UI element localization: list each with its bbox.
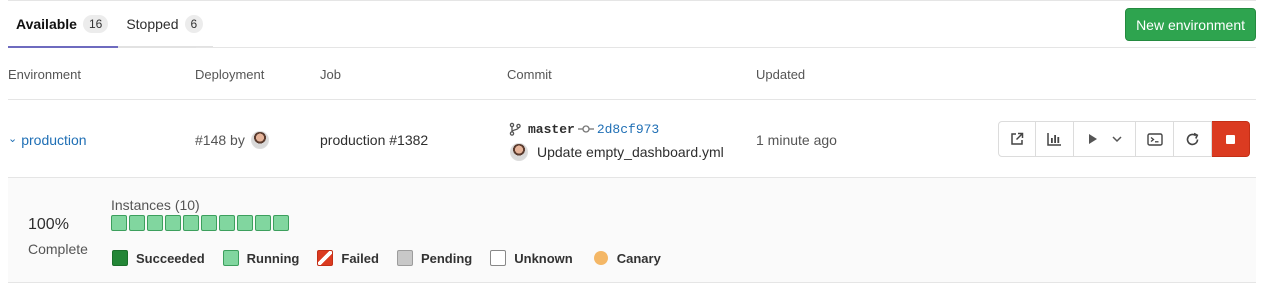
column-header-deployment: Deployment xyxy=(195,67,265,82)
legend-label-canary: Canary xyxy=(616,250,661,266)
environment-link[interactable]: ⌄ production xyxy=(8,132,87,148)
deployment-cell: #148 by xyxy=(195,131,269,149)
commit-sha-link[interactable]: 2d8cf973 xyxy=(597,122,659,137)
failed-swatch xyxy=(317,250,334,266)
deploy-progress-label: Complete xyxy=(28,241,88,257)
instance-block[interactable] xyxy=(111,215,127,231)
tab-stopped-count: 6 xyxy=(184,15,204,33)
retry-icon xyxy=(1186,132,1199,145)
canary-dot-icon xyxy=(593,251,608,265)
environment-name[interactable]: production xyxy=(21,132,86,148)
deploy-board: 100% Complete Instances (10) Succeeded R… xyxy=(8,178,1256,283)
legend-item-unknown: Unknown xyxy=(490,250,573,266)
column-header-updated: Updated xyxy=(756,67,806,82)
open-live-environment-button[interactable] xyxy=(998,121,1036,157)
pending-swatch xyxy=(396,250,413,266)
commit-author-avatar[interactable] xyxy=(510,143,528,161)
instance-block[interactable] xyxy=(255,215,271,231)
unknown-swatch xyxy=(490,250,507,266)
instance-block[interactable] xyxy=(165,215,181,231)
chevron-down-icon xyxy=(1111,135,1122,142)
table-row: ⌄ production #148 by production #1382 ma… xyxy=(8,101,1256,178)
stop-icon xyxy=(1226,134,1235,144)
instance-block[interactable] xyxy=(273,215,289,231)
instance-block[interactable] xyxy=(147,215,163,231)
tab-available-count: 16 xyxy=(82,15,109,33)
job-link[interactable]: production #1382 xyxy=(320,132,428,148)
terminal-icon xyxy=(1146,132,1163,146)
succeeded-swatch xyxy=(112,250,128,266)
legend-item-succeeded: Succeeded xyxy=(112,250,205,266)
branch-name[interactable]: master xyxy=(528,122,575,137)
legend-item-canary: Canary xyxy=(591,251,661,266)
tab-available-label: Available xyxy=(16,16,77,32)
stop-environment-button[interactable] xyxy=(1212,121,1250,157)
environment-actions xyxy=(998,121,1250,157)
deploy-progress-percent: 100% xyxy=(28,216,69,233)
instance-block[interactable] xyxy=(183,215,199,231)
terminal-button[interactable] xyxy=(1136,121,1174,157)
monitoring-icon xyxy=(1047,133,1061,146)
new-environment-button[interactable]: New environment xyxy=(1125,8,1256,41)
legend-label-running: Running xyxy=(246,250,300,266)
commit-message-link[interactable]: Update empty_dashboard.yml xyxy=(537,144,724,160)
updated-time: 1 minute ago xyxy=(756,132,837,148)
instance-block[interactable] xyxy=(219,215,235,231)
play-icon xyxy=(1088,134,1097,144)
instance-block[interactable] xyxy=(237,215,253,231)
external-link-icon xyxy=(1011,132,1024,145)
branch-icon xyxy=(509,122,521,136)
tab-stopped[interactable]: Stopped 6 xyxy=(118,0,214,48)
commit-icon xyxy=(577,125,594,133)
legend-label-unknown: Unknown xyxy=(514,250,573,266)
running-swatch xyxy=(222,250,239,266)
instance-block[interactable] xyxy=(129,215,145,231)
deploy-manual-action-dropdown[interactable] xyxy=(1074,121,1136,157)
column-header-commit: Commit xyxy=(507,67,552,82)
avatar[interactable] xyxy=(250,131,269,149)
instances-grid xyxy=(111,215,291,231)
status-legend: Succeeded Running Failed Pending Unknown… xyxy=(112,250,679,266)
tab-available[interactable]: Available 16 xyxy=(8,0,119,48)
deployment-id: #148 by xyxy=(195,132,245,148)
legend-label-succeeded: Succeeded xyxy=(136,250,205,266)
legend-item-pending: Pending xyxy=(396,250,473,266)
commit-cell: master 2d8cf973 Update empty_dashboard.y… xyxy=(508,120,724,162)
column-header-job: Job xyxy=(320,67,341,82)
chevron-down-icon[interactable]: ⌄ xyxy=(8,132,17,145)
environment-tabs: Available 16 Stopped 6 xyxy=(8,0,214,48)
instances-title: Instances (10) xyxy=(111,197,200,213)
legend-item-failed: Failed xyxy=(317,250,379,266)
legend-label-failed: Failed xyxy=(341,250,379,266)
monitoring-button[interactable] xyxy=(1036,121,1074,157)
tab-stopped-label: Stopped xyxy=(126,16,179,32)
instance-block[interactable] xyxy=(201,215,217,231)
redeploy-button[interactable] xyxy=(1174,121,1212,157)
table-header: Environment Deployment Job Commit Update… xyxy=(8,48,1256,100)
column-header-environment: Environment xyxy=(8,67,81,82)
legend-item-running: Running xyxy=(222,250,300,266)
legend-label-pending: Pending xyxy=(420,250,473,266)
